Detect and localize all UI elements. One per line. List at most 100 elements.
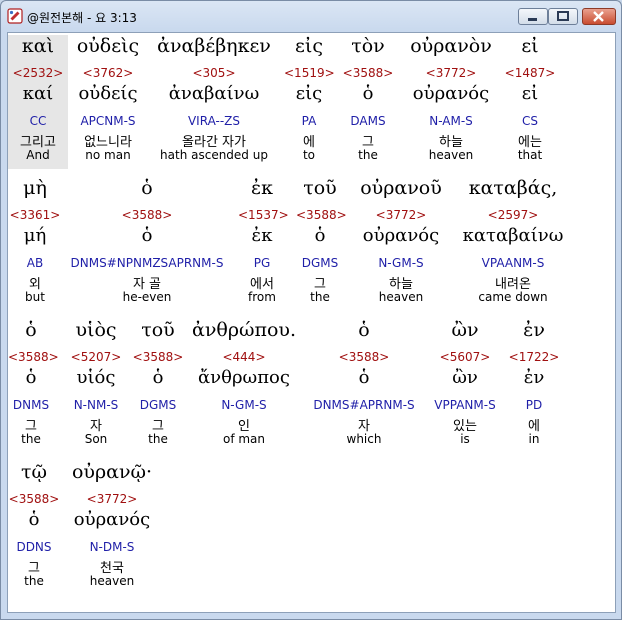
lemma: ὁ	[152, 367, 164, 388]
interlinear-word[interactable]: καταβάς, <2597> καταβαίνω VPAANM-S 내려온 came d…	[454, 177, 572, 307]
greek-word: εἰς	[295, 35, 323, 57]
interlinear-word[interactable]: τοῦ <3588> ὁ DGMS 그 the	[296, 177, 347, 307]
interlinear-word[interactable]: τὸν <3588> ὁ DAMS 그 the	[342, 35, 394, 165]
greek-word: τοῦ	[141, 319, 175, 341]
interlinear-word[interactable]: εἰ <1487> εἰ CS 에는 that	[504, 35, 556, 165]
parse-code: CC	[29, 114, 47, 128]
english-gloss: from	[248, 290, 276, 304]
lemma: εἰ	[521, 83, 539, 104]
window-title: @원전본해 - 요 3:13	[27, 11, 137, 25]
english-gloss: he-even	[122, 290, 172, 304]
strong-number: <305>	[192, 66, 236, 80]
lemma: ἀναβαίνω	[168, 83, 260, 104]
interlinear-word[interactable]: οὐρανὸν <3772> οὐρανός N-AM-S 하늘 heaven	[400, 35, 502, 165]
strong-number: <3588>	[132, 350, 184, 364]
strong-number: <3772>	[86, 492, 138, 506]
interlinear-word[interactable]: εἰς <1519> εἰς PA 에 to	[284, 35, 335, 165]
interlinear-word[interactable]: μὴ <3361> μή AB 외 but	[8, 177, 62, 307]
strong-number: <1519>	[284, 66, 335, 80]
interlinear-word[interactable]: ὁ <3588> ὁ DNMS#APRNM-S 자 which	[304, 319, 424, 449]
lemma: μή	[23, 225, 47, 246]
interlinear-word[interactable]: υἱὸς <5207> υἱός N-NM-S 자 Son	[64, 319, 128, 449]
parse-code: N-NM-S	[73, 398, 119, 412]
parse-code: AB	[26, 256, 44, 270]
parse-code: APCNM-S	[80, 114, 136, 128]
english-gloss: in	[528, 432, 540, 446]
strong-number: <2532>	[12, 66, 64, 80]
strong-number: <5607>	[439, 350, 491, 364]
minimize-icon	[528, 18, 537, 21]
english-gloss: the	[21, 432, 41, 446]
parse-code: VPAANM-S	[481, 256, 545, 270]
close-icon	[593, 11, 604, 22]
greek-word: οὐρανοῦ	[360, 177, 442, 199]
interlinear-word[interactable]: ἀναβέβηκεν <305> ἀναβαίνω VIRA--ZS 올라간 자가 hat…	[150, 35, 278, 165]
strong-number: <3762>	[82, 66, 134, 80]
lemma: ἐκ	[251, 225, 273, 246]
strong-number: <444>	[222, 350, 266, 364]
greek-word: τὸν	[351, 35, 385, 57]
interlinear-word[interactable]: ἐκ <1537> ἐκ PG 에서 from	[238, 177, 289, 307]
parse-code: PG	[253, 256, 271, 270]
lemma: οὐρανός	[73, 509, 151, 530]
strong-number: <3772>	[425, 66, 477, 80]
interlinear-word[interactable]: τῷ <3588> ὁ DDNS 그 the	[8, 461, 60, 591]
greek-word: τῷ	[20, 461, 47, 483]
english-gloss: Son	[84, 432, 108, 446]
english-gloss: came down	[478, 290, 548, 304]
greek-word: ὁ	[358, 319, 370, 341]
minimize-button[interactable]	[518, 8, 548, 25]
parse-code: N-GM-S	[378, 256, 424, 270]
parse-code: VIRA--ZS	[187, 114, 241, 128]
interlinear-word[interactable]: καὶ <2532> καί CC 그리고 And	[8, 35, 68, 169]
strong-number: <3588>	[342, 66, 394, 80]
greek-word: καὶ	[21, 35, 55, 57]
lemma: ὁ	[362, 83, 374, 104]
english-gloss: And	[26, 148, 50, 162]
lemma: ὁ	[141, 225, 153, 246]
greek-word: ὁ	[141, 177, 153, 199]
interlinear-word[interactable]: ὁ <3588> ὁ DNMS#NPNMZSAPRNM-S 자 골 he-even	[68, 177, 226, 307]
interlinear-word[interactable]: ὢν <5607> ὢν VPPANM-S 있는 is	[430, 319, 500, 449]
interlinear-panel[interactable]: καὶ <2532> καί CC 그리고 And οὐδεὶς <3762> οὐδείς AP…	[7, 32, 616, 613]
english-gloss: heaven	[428, 148, 474, 162]
close-button[interactable]	[582, 8, 616, 25]
strong-number: <1487>	[504, 66, 556, 80]
greek-word: οὐδεὶς	[76, 35, 140, 57]
lemma: ὁ	[358, 367, 370, 388]
lemma: εἰς	[295, 83, 323, 104]
greek-word: μὴ	[23, 177, 47, 199]
english-gloss: the	[148, 432, 168, 446]
parse-code: DNMS#APRNM-S	[313, 398, 415, 412]
parse-code: N-DM-S	[89, 540, 135, 554]
lemma: ὢν	[452, 367, 478, 388]
strong-number: <3772>	[375, 208, 427, 222]
title-bar[interactable]: @원전본해 - 요 3:13	[1, 1, 621, 31]
greek-word: ἐν	[523, 319, 545, 341]
greek-word: τοῦ	[303, 177, 337, 199]
maximize-button[interactable]	[548, 8, 578, 25]
interlinear-word[interactable]: οὐδεὶς <3762> οὐδείς APCNM-S 없느니라 no man	[72, 35, 144, 165]
interlinear-word[interactable]: οὐρανοῦ <3772> οὐρανός N-GM-S 하늘 heaven	[350, 177, 452, 307]
interlinear-word[interactable]: ἐν <1722> ἐν PD 에 in	[508, 319, 560, 449]
interlinear-word[interactable]: ὁ <3588> ὁ DNMS 그 the	[8, 319, 59, 449]
lemma: καί	[22, 83, 54, 104]
interlinear-word[interactable]: τοῦ <3588> ὁ DGMS 그 the	[132, 319, 184, 449]
greek-word: ἀνθρώπου.	[192, 319, 296, 341]
parse-code: DAMS	[350, 114, 386, 128]
english-gloss: to	[302, 148, 316, 162]
parse-code: CS	[522, 114, 538, 128]
app-window: @원전본해 - 요 3:13 καὶ <2532> καί CC 그리고 And οὐδεὶ…	[0, 0, 622, 620]
lemma: ὁ	[25, 367, 37, 388]
english-gloss: the	[24, 574, 44, 588]
interlinear-word[interactable]: ἀνθρώπου. <444> ἄνθρωπος N-GM-S 인 of man	[190, 319, 298, 449]
strong-number: <2597>	[487, 208, 539, 222]
english-gloss: but	[25, 290, 45, 304]
greek-word: ἀναβέβηκεν	[157, 35, 271, 57]
parse-code: DDNS	[16, 540, 52, 554]
interlinear-word[interactable]: οὐρανῷ· <3772> οὐρανός N-DM-S 천국 heaven	[64, 461, 160, 591]
english-gloss: heaven	[89, 574, 135, 588]
parse-code: DGMS	[301, 256, 339, 270]
strong-number: <1537>	[238, 208, 289, 222]
strong-number: <3588>	[338, 350, 390, 364]
